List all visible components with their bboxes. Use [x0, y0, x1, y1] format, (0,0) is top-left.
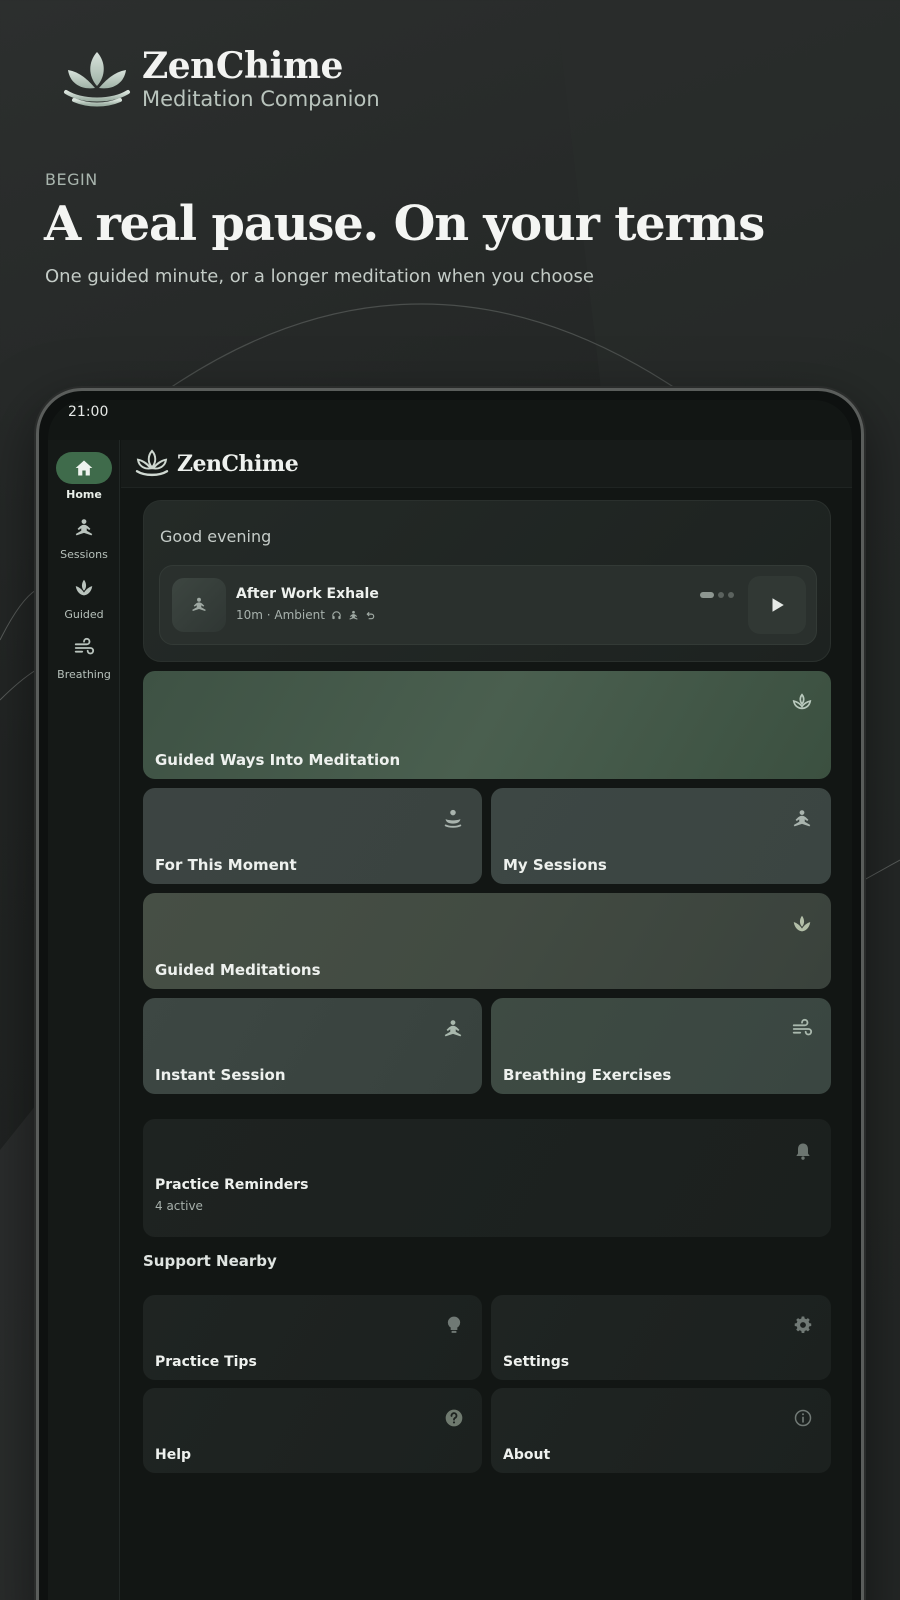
carousel-dot-active [700, 592, 714, 598]
wind-icon [791, 1018, 813, 1044]
meditation-person-icon [791, 808, 813, 834]
promo-headline: A real pause. On your terms [44, 196, 765, 252]
tile-practice-tips[interactable]: Practice Tips [143, 1295, 482, 1380]
rail-label-breathing: Breathing [57, 668, 111, 681]
rail-item-guided[interactable]: Guided [48, 572, 120, 621]
rail-item-home[interactable]: Home [48, 452, 120, 501]
tile-label: For This Moment [155, 856, 297, 874]
tile-guided-meditations[interactable]: Guided Meditations [143, 893, 831, 989]
tile-guided-ways[interactable]: Guided Ways Into Meditation [143, 671, 831, 779]
tile-label: My Sessions [503, 856, 607, 874]
session-meta: 10m · Ambient [236, 608, 376, 622]
carousel-indicator [700, 592, 734, 598]
rail-label-sessions: Sessions [60, 548, 108, 561]
headphones-icon [331, 610, 342, 621]
promo-brand-subtitle: Meditation Companion [142, 87, 380, 111]
tile-label: Guided Ways Into Meditation [155, 751, 401, 769]
repeat-icon [365, 610, 376, 621]
session-title: After Work Exhale [236, 586, 379, 602]
promo-logo: ZenChime Meditation Companion [62, 46, 380, 112]
meditation-person-icon [348, 610, 359, 621]
app-title: ZenChime [177, 450, 299, 477]
tile-label: Help [155, 1447, 192, 1463]
bell-icon [793, 1141, 813, 1165]
lightbulb-icon [444, 1315, 464, 1339]
meditation-person-icon [192, 597, 206, 611]
tile-settings[interactable]: Settings [491, 1295, 831, 1380]
carousel-dot [728, 592, 734, 598]
greeting-card: Good evening After Work Exhale 10m · Amb… [143, 500, 831, 662]
rail-item-breathing[interactable]: Breathing [48, 632, 120, 681]
tile-for-this-moment[interactable]: For This Moment [143, 788, 482, 884]
wind-icon [74, 637, 95, 655]
reminders-title: Practice Reminders [155, 1177, 309, 1193]
session-meta-text: 10m · Ambient [236, 608, 325, 622]
device-frame: 21:00 Home Sessions Guided Breathing Zen… [36, 388, 864, 1600]
rail-label-home: Home [66, 488, 102, 501]
tile-breathing-exercises[interactable]: Breathing Exercises [491, 998, 831, 1094]
app-screen: 21:00 Home Sessions Guided Breathing Zen… [48, 400, 852, 1600]
top-app-bar: ZenChime [121, 440, 852, 488]
tile-my-sessions[interactable]: My Sessions [491, 788, 831, 884]
lotus-outline-icon [791, 691, 813, 717]
tile-label: Practice Tips [155, 1354, 257, 1370]
tile-practice-reminders[interactable]: Practice Reminders 4 active [143, 1119, 831, 1237]
rail-label-guided: Guided [64, 608, 104, 621]
tile-label: About [503, 1447, 551, 1463]
reminders-subtitle: 4 active [155, 1199, 203, 1213]
gear-icon [793, 1315, 813, 1339]
play-button[interactable] [748, 576, 806, 634]
tile-about[interactable]: About [491, 1388, 831, 1473]
tile-label: Breathing Exercises [503, 1066, 672, 1084]
promo-eyebrow: BEGIN [45, 170, 98, 189]
navigation-rail: Home Sessions Guided Breathing [48, 440, 120, 1600]
tile-label: Settings [503, 1354, 570, 1370]
lotus-icon [75, 579, 93, 596]
tile-instant-session[interactable]: Instant Session [143, 998, 482, 1094]
tile-label: Guided Meditations [155, 961, 321, 979]
tile-label: Instant Session [155, 1066, 286, 1084]
info-icon [793, 1408, 813, 1432]
calm-waves-icon [442, 808, 464, 834]
status-time: 21:00 [68, 404, 109, 420]
session-thumbnail [172, 578, 226, 632]
lotus-icon [791, 913, 813, 939]
lotus-logo-icon [64, 52, 130, 107]
play-icon [772, 598, 784, 612]
meditation-person-icon [442, 1018, 464, 1044]
section-title-support: Support Nearby [143, 1252, 277, 1270]
greeting-text: Good evening [160, 527, 272, 546]
rail-item-sessions[interactable]: Sessions [48, 512, 120, 561]
home-icon [75, 460, 93, 476]
lotus-logo-icon [135, 448, 169, 476]
now-playing-card[interactable]: After Work Exhale 10m · Ambient [159, 565, 817, 645]
promo-subhead: One guided minute, or a longer meditatio… [45, 266, 594, 287]
help-icon [444, 1408, 464, 1432]
carousel-dot [718, 592, 724, 598]
meditation-person-icon [75, 519, 93, 536]
promo-brand-name: ZenChime [142, 45, 343, 87]
tile-help[interactable]: Help [143, 1388, 482, 1473]
